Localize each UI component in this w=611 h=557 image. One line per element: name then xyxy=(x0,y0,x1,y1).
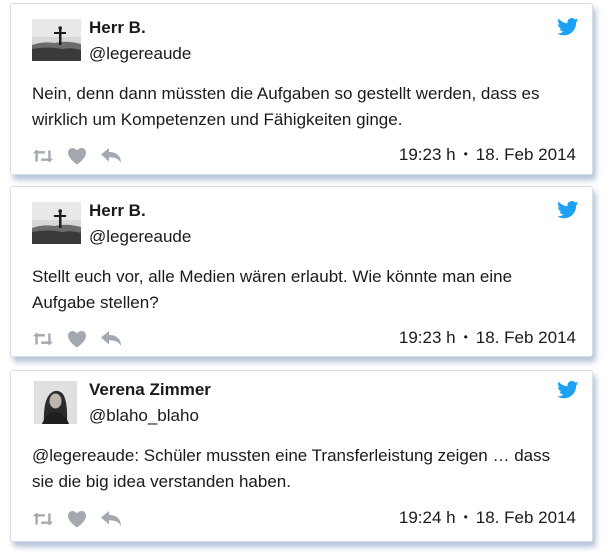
user-handle[interactable]: @legereaude xyxy=(89,227,191,247)
tweet-actions xyxy=(32,329,122,349)
tweet-actions xyxy=(32,509,122,529)
tweet-card[interactable]: Herr B. @legereaude Stellt euch vor, all… xyxy=(10,186,593,357)
user-handle[interactable]: @legereaude xyxy=(89,44,191,64)
tweet-date: 18. Feb 2014 xyxy=(475,145,576,164)
tweet-actions xyxy=(32,146,122,166)
separator-dot: • xyxy=(463,330,468,344)
user-name[interactable]: Herr B. xyxy=(89,201,146,221)
tweet-timestamp[interactable]: 19:23 h • 18. Feb 2014 xyxy=(399,145,576,165)
retweet-icon[interactable] xyxy=(32,147,54,165)
reply-icon[interactable] xyxy=(100,330,122,348)
tweet-card[interactable]: Verena Zimmer @blaho_blaho @legereaude: … xyxy=(10,370,593,542)
user-handle[interactable]: @blaho_blaho xyxy=(89,406,199,426)
tweet-date: 18. Feb 2014 xyxy=(475,508,576,527)
tweet-date: 18. Feb 2014 xyxy=(475,328,576,347)
statue-silhouette-avatar[interactable] xyxy=(32,202,81,244)
reply-icon[interactable] xyxy=(100,147,122,165)
separator-dot: • xyxy=(463,510,468,524)
tweet-timestamp[interactable]: 19:24 h • 18. Feb 2014 xyxy=(399,508,576,528)
tweet-text: Nein, denn dann müssten die Aufgaben so … xyxy=(32,84,540,129)
tweet-timestamp[interactable]: 19:23 h • 18. Feb 2014 xyxy=(399,328,576,348)
separator-dot: • xyxy=(463,147,468,161)
twitter-bird-icon[interactable] xyxy=(557,381,579,399)
twitter-bird-icon[interactable] xyxy=(557,18,579,36)
twitter-bird-icon[interactable] xyxy=(557,201,579,219)
reply-icon[interactable] xyxy=(100,510,122,528)
tweet-time: 19:23 h xyxy=(398,328,456,347)
statue-silhouette-avatar[interactable] xyxy=(32,19,81,61)
tweet-card[interactable]: Herr B. @legereaude Nein, denn dann müss… xyxy=(10,3,593,175)
user-name[interactable]: Herr B. xyxy=(89,18,146,38)
heart-icon[interactable] xyxy=(66,147,88,165)
user-name[interactable]: Verena Zimmer xyxy=(89,380,211,400)
heart-icon[interactable] xyxy=(66,330,88,348)
heart-icon[interactable] xyxy=(66,510,88,528)
retweet-icon[interactable] xyxy=(32,510,54,528)
tweet-text: @legereaude: Schüler mussten eine Transf… xyxy=(32,446,551,491)
tweet-text: Stellt euch vor, alle Medien wären erlau… xyxy=(32,267,513,312)
tweet-time: 19:24 h xyxy=(398,508,456,527)
retweet-icon[interactable] xyxy=(32,330,54,348)
tweet-time: 19:23 h xyxy=(398,145,456,164)
person-photo-avatar[interactable] xyxy=(34,381,77,424)
